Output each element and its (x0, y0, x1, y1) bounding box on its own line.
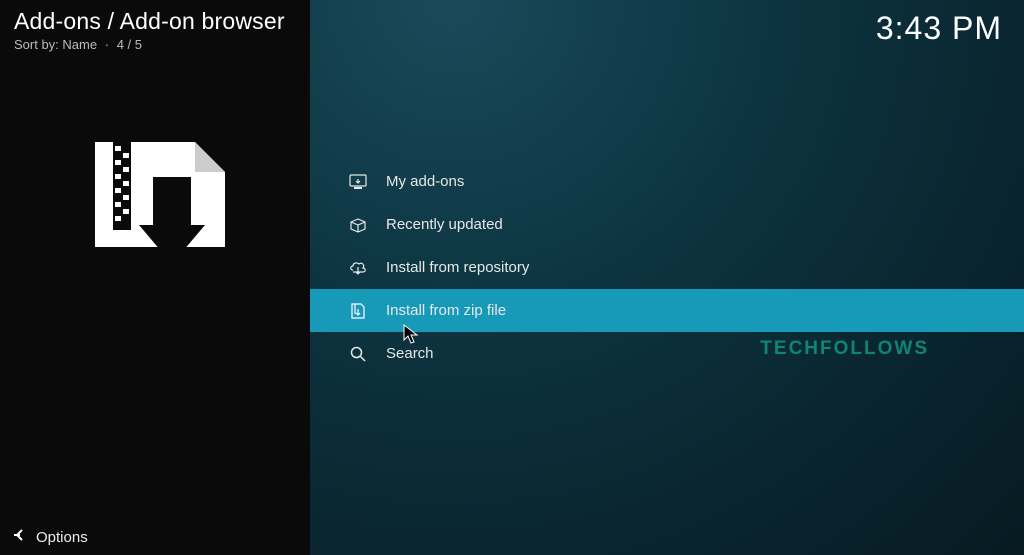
sidebar: Add-ons / Add-on browser Sort by: Name ·… (0, 0, 310, 555)
app-root: Add-ons / Add-on browser Sort by: Name ·… (0, 0, 1024, 555)
zip-file-download-icon (75, 132, 235, 272)
monitor-icon (348, 172, 368, 192)
search-icon (348, 344, 368, 364)
mouse-cursor (403, 324, 421, 351)
menu-item-recently-updated[interactable]: Recently updated (310, 203, 1024, 246)
cloud-download-icon (348, 258, 368, 278)
menu-item-label: Recently updated (386, 216, 503, 233)
menu-item-label: My add-ons (386, 173, 464, 190)
options-button[interactable]: Options (0, 519, 310, 555)
sort-value: Name (62, 37, 97, 52)
arrow-left-icon (12, 527, 28, 547)
separator-dot: · (105, 37, 109, 52)
menu-item-label: Install from zip file (386, 302, 506, 319)
clock: 3:43 PM (876, 10, 1002, 47)
sort-label: Sort by: (14, 37, 59, 52)
main-panel: 3:43 PM My add-ons Recently updated Inst… (310, 0, 1024, 555)
item-position: 4 / 5 (117, 37, 142, 52)
menu-item-my-addons[interactable]: My add-ons (310, 160, 1024, 203)
watermark-text: TECHFOLLOWS (760, 338, 929, 360)
sidebar-thumbnail (0, 132, 310, 272)
zip-download-icon (348, 301, 368, 321)
menu-item-label: Install from repository (386, 259, 529, 276)
breadcrumb: Add-ons / Add-on browser (0, 0, 310, 37)
open-box-icon (348, 215, 368, 235)
menu-item-install-repository[interactable]: Install from repository (310, 246, 1024, 289)
options-label: Options (36, 529, 88, 546)
sort-info: Sort by: Name · 4 / 5 (0, 37, 310, 52)
